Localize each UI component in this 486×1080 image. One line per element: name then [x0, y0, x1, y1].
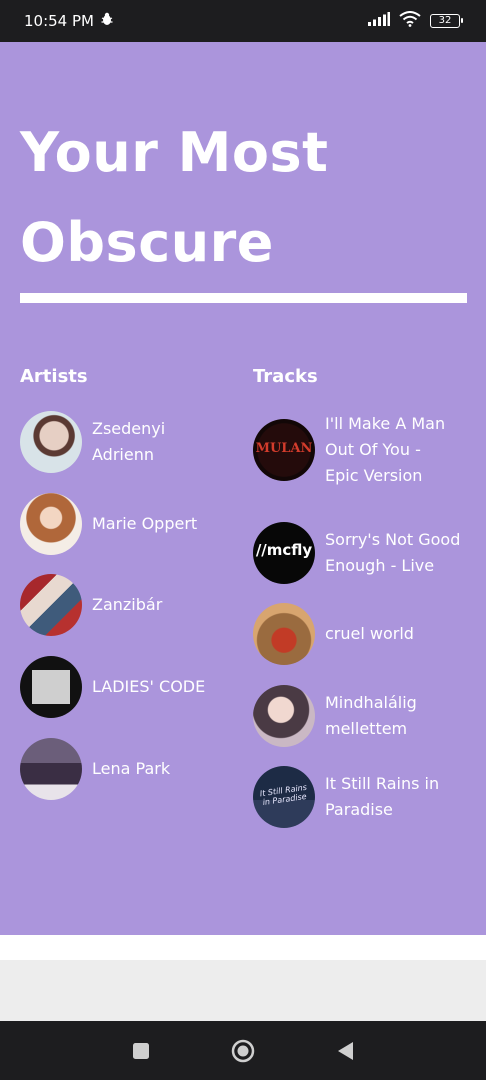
home-button[interactable]	[231, 1039, 255, 1063]
track-cover: It Still Rains in Paradise	[253, 766, 315, 828]
artist-avatar	[20, 411, 82, 473]
artist-name: Zsedenyi Adrienn	[92, 416, 165, 468]
track-name: Mindhalálig mellettem	[325, 690, 417, 742]
track-name-line: Sorry's Not Good	[325, 530, 461, 549]
artists-column: Artists Zsedenyi Adrienn Marie Oppert Za…	[20, 364, 230, 800]
track-name-line: Paradise	[325, 800, 393, 819]
tracks-column: Tracks MULAN I'll Make A Man Out Of You …	[253, 364, 478, 828]
cover-text: //mcfly	[255, 541, 313, 559]
status-right: 32	[368, 11, 463, 31]
artist-name-line: Adrienn	[92, 445, 154, 464]
artist-name: Lena Park	[92, 759, 171, 778]
track-name: It Still Rains in Paradise	[325, 771, 439, 823]
back-button[interactable]	[333, 1039, 357, 1063]
wifi-icon	[399, 11, 421, 31]
bug-icon	[100, 12, 114, 30]
track-cover: MULAN	[253, 419, 315, 481]
artist-row[interactable]: Lena Park	[20, 738, 170, 800]
system-nav-bar	[0, 1021, 486, 1080]
cover-text: It Still Rains in Paradise	[259, 782, 308, 807]
artist-avatar	[20, 493, 82, 555]
track-name-line: It Still Rains in	[325, 774, 440, 793]
cover-text: MULAN	[255, 441, 313, 456]
tracks-title: Tracks	[253, 366, 318, 387]
artist-row[interactable]: Zsedenyi Adrienn	[20, 411, 165, 473]
track-row[interactable]: //mcfly Sorry's Not Good Enough - Live	[253, 522, 460, 584]
track-name-line: Out Of You -	[325, 440, 421, 459]
track-name: I'll Make A Man Out Of You - Epic Versio…	[325, 411, 445, 489]
recents-button[interactable]	[129, 1039, 153, 1063]
status-bar: 10:54 PM 32	[0, 0, 486, 42]
status-time: 10:54 PM	[24, 12, 94, 30]
track-name-line: I'll Make A Man	[325, 414, 446, 433]
track-name: Sorry's Not Good Enough - Live	[325, 527, 460, 579]
artist-row[interactable]: LADIES' CODE	[20, 656, 205, 718]
artists-title: Artists	[20, 366, 88, 387]
artist-avatar	[20, 574, 82, 636]
track-name-line: mellettem	[325, 719, 408, 738]
signal-bars-icon	[368, 12, 390, 30]
artist-row[interactable]: Marie Oppert	[20, 493, 197, 555]
artist-name: LADIES' CODE	[92, 677, 206, 696]
track-row[interactable]: cruel world	[253, 603, 414, 665]
track-row[interactable]: It Still Rains in Paradise It Still Rain…	[253, 766, 439, 828]
track-row[interactable]: MULAN I'll Make A Man Out Of You - Epic …	[253, 411, 445, 489]
artist-avatar	[20, 738, 82, 800]
artist-row[interactable]: Zanzibár	[20, 574, 162, 636]
track-cover	[253, 685, 315, 747]
track-name: cruel world	[325, 624, 414, 643]
bottom-strip	[0, 935, 486, 960]
headline-line-2: Obscure	[20, 211, 274, 274]
divider-rule	[20, 293, 467, 303]
track-cover	[253, 603, 315, 665]
track-name-line: Enough - Live	[325, 556, 435, 575]
status-left: 10:54 PM	[24, 12, 114, 30]
page-title: Your Most Obscure	[20, 108, 460, 288]
artist-avatar	[20, 656, 82, 718]
square-icon	[133, 1042, 149, 1059]
headline-line-1: Your Most	[20, 121, 329, 184]
battery-indicator: 32	[430, 14, 463, 28]
track-row[interactable]: Mindhalálig mellettem	[253, 685, 417, 747]
track-cover: //mcfly	[253, 522, 315, 584]
artist-name-line: Zsedenyi	[92, 419, 166, 438]
circle-icon	[231, 1039, 255, 1062]
artist-name: Zanzibár	[92, 595, 163, 614]
track-name-line: Mindhalálig	[325, 693, 417, 712]
obscure-card: Your Most Obscure Artists Zsedenyi Adrie…	[0, 42, 486, 935]
triangle-back-icon	[338, 1041, 353, 1060]
track-name-line: Epic Version	[325, 466, 423, 485]
artist-name: Marie Oppert	[92, 514, 198, 533]
